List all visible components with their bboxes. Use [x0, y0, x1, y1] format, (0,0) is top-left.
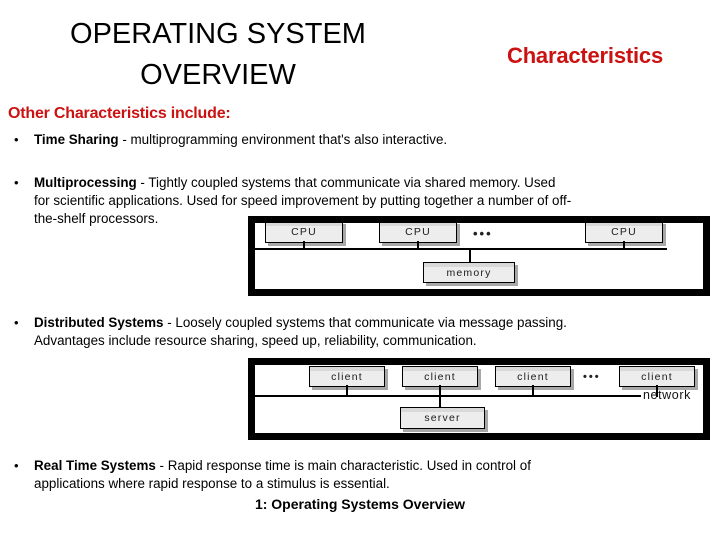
node-client-4: client — [619, 366, 695, 387]
node-client-1-label: client — [331, 370, 363, 383]
node-client-3-label: client — [517, 370, 549, 383]
node-cpu-1: CPU — [265, 223, 343, 243]
node-server: server — [400, 407, 485, 429]
node-server-label: server — [424, 412, 461, 424]
diagram-multiprocessing: CPU CPU ••• CPU memory — [248, 216, 710, 296]
node-cpu-2-label: CPU — [405, 226, 431, 238]
bullet-realtime-body-line-2: applications where rapid response to a s… — [34, 475, 390, 491]
node-cpu-2: CPU — [379, 223, 457, 243]
bullet-marker-icon: • — [14, 458, 19, 473]
bullet-distributed-body-line-1: - Loosely coupled systems that communica… — [163, 315, 567, 330]
bullet-distributed-text: Distributed Systems - Loosely coupled sy… — [34, 314, 698, 350]
header-accent-label: Characteristics — [507, 43, 663, 68]
bullet-multiprocessing-body-line-2: for scientific applications. Used for sp… — [34, 192, 572, 208]
node-client-3: client — [495, 366, 571, 387]
node-client-4-label: client — [641, 370, 673, 383]
wire-client-1 — [346, 385, 348, 397]
node-memory-label: memory — [446, 266, 492, 279]
node-client-2: client — [402, 366, 478, 387]
bullet-distributed-systems: • Distributed Systems - Loosely coupled … — [8, 314, 698, 350]
section-heading: Other Characteristics include: — [8, 105, 231, 122]
node-cpu-3-label: CPU — [611, 226, 637, 238]
node-cpu-3: CPU — [585, 223, 663, 243]
bus-line — [255, 248, 667, 250]
bullet-realtime-lead: Real Time Systems — [34, 458, 156, 473]
node-memory: memory — [423, 262, 515, 283]
bullet-multiprocessing-lead: Multiprocessing — [34, 175, 137, 190]
bullet-time-sharing-body: - multiprogramming environment that's al… — [118, 132, 448, 147]
diagram-distributed: network client client client ••• client … — [248, 358, 710, 440]
page-title-line-1: OPERATING SYSTEM — [70, 18, 366, 50]
network-label: network — [643, 388, 691, 402]
bullet-time-sharing-lead: Time Sharing — [34, 132, 119, 147]
wire-client-4 — [656, 385, 658, 397]
wire-cpu-2 — [417, 241, 419, 250]
bullet-distributed-body-line-2: Advantages include resource sharing, spe… — [34, 332, 477, 348]
bullet-marker-icon: • — [14, 315, 19, 330]
page-title: OPERATING SYSTEM OVERVIEW — [8, 14, 428, 96]
bullet-realtime-text: Real Time Systems - Rapid response time … — [34, 457, 698, 493]
ellipsis-icon: ••• — [473, 226, 493, 241]
bullet-distributed-lead: Distributed Systems — [34, 315, 164, 330]
wire-client-3 — [532, 385, 534, 397]
node-cpu-1-label: CPU — [291, 226, 317, 238]
wire-cpu-1 — [303, 241, 305, 250]
bullet-real-time-systems: • Real Time Systems - Rapid response tim… — [8, 457, 698, 493]
bullet-realtime-body-line-1: - Rapid response time is main characteri… — [155, 458, 531, 473]
footer-note: 1: Operating Systems Overview — [254, 496, 466, 512]
wire-cpu-3 — [623, 241, 625, 250]
ellipsis-icon: ••• — [583, 371, 601, 383]
bullet-marker-icon: • — [14, 132, 19, 147]
bullet-time-sharing: • Time Sharing - multiprogramming enviro… — [8, 131, 708, 149]
node-client-2-label: client — [424, 370, 456, 383]
bullet-marker-icon: • — [14, 175, 19, 190]
node-client-1: client — [309, 366, 385, 387]
bullet-time-sharing-text: Time Sharing - multiprogramming environm… — [34, 131, 708, 149]
network-bus-line — [255, 395, 641, 397]
page-title-line-2: OVERVIEW — [140, 59, 296, 92]
bullet-multiprocessing-body-line-1: - Tightly coupled systems that communica… — [136, 175, 556, 190]
